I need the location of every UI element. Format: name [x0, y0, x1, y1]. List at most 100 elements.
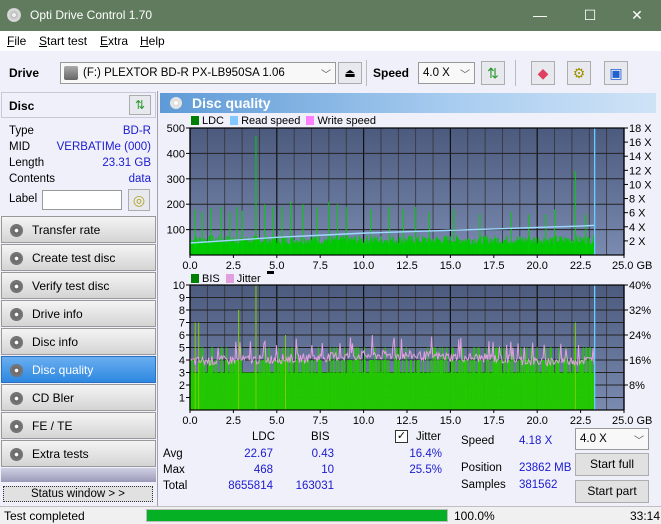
y-tick-label-left: 100 [167, 225, 185, 237]
status-text: Test completed [4, 509, 85, 523]
nav-cd-bler[interactable]: CD Bler [1, 384, 156, 411]
disc-mid-label: MID [9, 141, 31, 153]
progress-label: 100.0% [454, 509, 495, 523]
total-ldc: 8655814 [228, 480, 273, 492]
chevron-down-icon: ﹀ [634, 436, 644, 447]
disc-icon: ◎ [132, 192, 146, 208]
x-tick-label: 25.0 GB [612, 415, 652, 425]
speed-value: 4.18 X [519, 435, 553, 447]
jitter-checkbox-label: Jitter [416, 431, 441, 443]
refresh-arrows-icon: ⇅ [487, 65, 499, 81]
disc-quality-panel: Disc quality LDC Read speed Write speed … [158, 91, 661, 506]
menu-file[interactable]: File [7, 34, 26, 48]
start-full-button[interactable]: Start full [575, 453, 649, 476]
x-tick-label: 0.0 [182, 260, 197, 271]
disc-refresh-button[interactable]: ⇅ [129, 95, 151, 115]
x-tick-label: 15.0 [440, 415, 461, 425]
x-tick-label: 12.5 [396, 260, 417, 271]
jitter-checkbox[interactable]: ✓ [395, 430, 408, 443]
y-tick-label-right: 40% [629, 280, 651, 292]
x-tick-label: 22.5 [570, 415, 591, 425]
disc-contents-label: Contents [9, 173, 56, 185]
y-tick-label-left: 300 [167, 174, 185, 186]
settings-button[interactable]: ⚙ [567, 61, 591, 85]
disc-mid-value: VERBATIMe (000) [56, 141, 151, 153]
x-tick-label: 12.5 [396, 415, 417, 425]
x-tick-label: 10.0 [353, 260, 374, 271]
speed-select[interactable]: 4.0 X ﹀ [418, 62, 475, 84]
y-tick-label-right: 16% [629, 355, 651, 367]
x-tick-label: 0.0 [182, 415, 197, 425]
y-tick-label-right: 2 X [629, 236, 646, 248]
row-label-total: Total [163, 480, 188, 492]
x-tick-label: 2.5 [226, 260, 241, 271]
title-bar: Opti Drive Control 1.70 — ☐ ✕ [0, 0, 661, 31]
fe-te-icon [10, 420, 23, 433]
disc-type-label: Type [9, 125, 34, 137]
test-speed-value: 4.0 X [580, 433, 607, 445]
legend-marker [266, 271, 274, 274]
nav-drive-info[interactable]: Drive info [1, 300, 156, 327]
x-tick-label: 5.0 [269, 260, 284, 271]
nav-verify-test-disc[interactable]: Verify test disc [1, 272, 156, 299]
minimize-button[interactable]: — [530, 5, 550, 25]
y-tick-label-left: 3 [179, 368, 185, 380]
verify-test-disc-icon [10, 280, 23, 293]
x-tick-label: 10.0 [353, 415, 374, 425]
nav-create-test-disc[interactable]: Create test disc [1, 244, 156, 271]
disc-info-icon [10, 336, 23, 349]
menu-extra[interactable]: Extra [100, 34, 128, 48]
nav-fe-te[interactable]: FE / TE [1, 412, 156, 439]
progress-bar [146, 509, 448, 522]
refresh-button[interactable]: ⇅ [481, 61, 505, 85]
x-tick-label: 25.0 GB [612, 260, 652, 271]
y-tick-label-left: 8 [179, 305, 185, 317]
app-disc-icon [7, 8, 21, 22]
x-tick-label: 20.0 [526, 260, 547, 271]
status-bar: Test completed 100.0% 33:14 [0, 506, 661, 524]
speed-label: Speed [461, 435, 495, 447]
y-tick-label-left: 10 [173, 280, 185, 292]
toolbar-divider [515, 60, 516, 86]
x-tick-label: 15.0 [440, 260, 461, 271]
disc-label-input[interactable] [42, 190, 122, 210]
eject-icon: ⏏ [344, 66, 356, 80]
extra-tests-icon [10, 448, 23, 461]
nav-extra-tests[interactable]: Extra tests [1, 440, 156, 467]
disc-label-button[interactable]: ◎ [128, 189, 150, 211]
panel-header: Disc quality [160, 93, 656, 113]
x-tick-label: 17.5 [483, 415, 504, 425]
nav-transfer-rate[interactable]: Transfer rate [1, 216, 156, 243]
nav-disc-quality[interactable]: Disc quality [1, 356, 156, 383]
nav-disc-info[interactable]: Disc info [1, 328, 156, 355]
nav-spacer [1, 468, 156, 482]
x-tick-label: 22.5 [570, 260, 591, 271]
eraser-icon: ◆ [537, 65, 549, 81]
test-speed-select[interactable]: 4.0 X ﹀ [575, 428, 649, 450]
y-tick-label-left: 1 [179, 393, 185, 405]
menu-bar: File Start test Extra Help [0, 31, 661, 51]
drive-select[interactable]: (F:) PLEXTOR BD-R PX-LB950SA 1.06 ﹀ [60, 62, 336, 84]
save-button[interactable]: ▣ [604, 61, 628, 85]
disc-length-label: Length [9, 157, 45, 169]
avg-bis: 0.43 [311, 448, 334, 460]
chevron-down-icon: ﹀ [460, 70, 470, 81]
status-window-button[interactable]: Status window > > [3, 486, 153, 502]
drive-label: Drive [9, 66, 40, 80]
speed-select-value: 4.0 X [423, 67, 450, 79]
disc-quality-icon [170, 97, 182, 109]
max-bis: 10 [321, 464, 334, 476]
start-part-button[interactable]: Start part [575, 480, 649, 503]
x-tick-label: 7.5 [313, 260, 328, 271]
y-tick-label-left: 500 [167, 123, 185, 135]
menu-start-test[interactable]: Start test [39, 34, 87, 48]
menu-help[interactable]: Help [140, 34, 165, 48]
max-jitter: 25.5% [409, 464, 442, 476]
close-button[interactable]: ✕ [627, 5, 647, 25]
erase-button[interactable]: ◆ [531, 61, 555, 85]
maximize-button[interactable]: ☐ [580, 5, 600, 25]
cd-bler-icon [10, 392, 23, 405]
gears-icon: ⚙ [572, 65, 586, 81]
eject-button[interactable]: ⏏ [338, 62, 362, 84]
y-tick-label-right: 10 X [629, 179, 652, 191]
